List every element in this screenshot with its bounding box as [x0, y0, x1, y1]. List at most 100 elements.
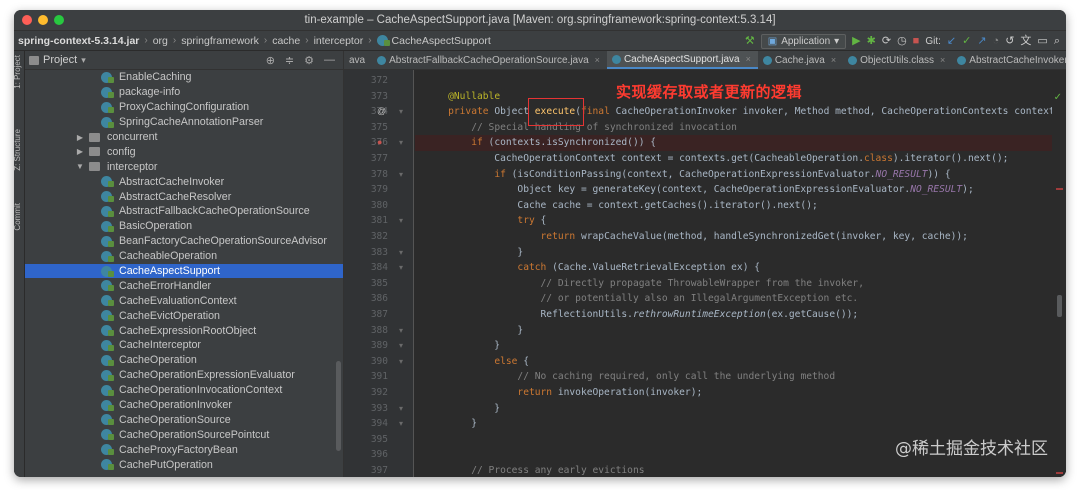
- code-line[interactable]: private Object execute(final CacheOperat…: [415, 104, 1066, 120]
- breadcrumb-item[interactable]: spring-context-5.3.14.jar: [18, 35, 139, 47]
- tree-class-item[interactable]: CacheOperationInvocationContext: [25, 383, 343, 398]
- git-commit-icon[interactable]: ✓: [962, 36, 971, 47]
- editor-tab[interactable]: CacheAspectSupport.java ×: [606, 51, 758, 69]
- editor-tab[interactable]: Cache.java ×: [758, 51, 843, 69]
- tree-class-item[interactable]: ProxyCachingConfiguration: [25, 100, 343, 115]
- git-push-icon[interactable]: ↗: [977, 36, 986, 47]
- inspection-ok-icon[interactable]: ✓: [1054, 92, 1062, 103]
- tree-class-item[interactable]: CachePutOperation: [25, 457, 343, 472]
- tree-class-item[interactable]: CacheEvaluationContext: [25, 293, 343, 308]
- stop-icon[interactable]: ■: [913, 36, 920, 47]
- tree-class-item[interactable]: CacheInterceptor: [25, 338, 343, 353]
- git-update-icon[interactable]: ↙: [947, 36, 956, 47]
- code-line[interactable]: // No caching required, only call the un…: [415, 369, 1066, 385]
- editor-scrollbar[interactable]: [1057, 295, 1062, 317]
- fold-icon[interactable]: ▾: [399, 354, 403, 370]
- breadcrumb-item[interactable]: springframework: [181, 35, 259, 47]
- tree-class-item[interactable]: SpringCacheAnnotationParser: [25, 115, 343, 130]
- tree-class-item[interactable]: CacheAspectSupport: [25, 263, 343, 279]
- code-line[interactable]: if (contexts.isSynchronized()) {: [415, 135, 1066, 151]
- tree-class-item[interactable]: CacheProxyFactoryBean: [25, 442, 343, 457]
- code-line[interactable]: // Process any early evictions: [415, 463, 1066, 477]
- breadcrumb-item[interactable]: CacheAspectSupport: [392, 35, 491, 47]
- tree-class-item[interactable]: CacheEvictOperation: [25, 308, 343, 323]
- minimize-window-button[interactable]: [38, 15, 48, 25]
- collapse-arrow-icon[interactable]: ▶: [75, 147, 85, 156]
- breadcrumb-item[interactable]: cache: [272, 35, 300, 47]
- code-line[interactable]: }: [415, 338, 1066, 354]
- fold-icon[interactable]: ▾: [399, 416, 403, 432]
- fold-icon[interactable]: ▾: [399, 260, 403, 276]
- fold-icon[interactable]: ▾: [399, 245, 403, 261]
- close-tab-icon[interactable]: ×: [595, 55, 600, 65]
- collapse-all-icon[interactable]: ≑: [285, 54, 294, 67]
- fold-icon[interactable]: ▾: [399, 323, 403, 339]
- override-marker-icon[interactable]: @: [377, 104, 386, 120]
- build-hammer-icon[interactable]: ⚒: [745, 36, 755, 47]
- code-line[interactable]: return wrapCacheValue(method, handleSync…: [415, 229, 1066, 245]
- code-line[interactable]: }: [415, 323, 1066, 339]
- code-line[interactable]: return invokeOperation(invoker);: [415, 385, 1066, 401]
- code-line[interactable]: }: [415, 401, 1066, 417]
- tree-class-item[interactable]: package-info: [25, 85, 343, 100]
- tree-class-item[interactable]: AbstractCacheInvoker: [25, 174, 343, 189]
- collapse-arrow-icon[interactable]: ▶: [75, 133, 85, 142]
- editor-tab[interactable]: ObjectUtils.class ×: [843, 51, 952, 69]
- editor-tab[interactable]: ava: [344, 51, 372, 69]
- project-panel-title[interactable]: Project: [43, 54, 77, 66]
- tree-class-item[interactable]: CacheOperationSource: [25, 412, 343, 427]
- search-icon[interactable]: ⌕: [1054, 36, 1060, 47]
- tree-class-item[interactable]: BasicOperation: [25, 219, 343, 234]
- code-line[interactable]: catch (Cache.ValueRetrievalException ex)…: [415, 260, 1066, 276]
- close-tab-icon[interactable]: ×: [940, 55, 945, 65]
- code-line[interactable]: else {: [415, 354, 1066, 370]
- fold-icon[interactable]: ▾: [399, 104, 403, 120]
- tree-package-item[interactable]: ▼ interceptor: [25, 159, 343, 174]
- tree-package-item[interactable]: ▶ concurrent: [25, 130, 343, 145]
- code-line[interactable]: try {: [415, 213, 1066, 229]
- tree-class-item[interactable]: EnableCaching: [25, 70, 343, 85]
- code-line[interactable]: }: [415, 245, 1066, 261]
- close-window-button[interactable]: [22, 15, 32, 25]
- tree-class-item[interactable]: CacheOperationSourcePointcut: [25, 427, 343, 442]
- tree-package-item[interactable]: ▶ config: [25, 144, 343, 159]
- rollback-icon[interactable]: ↺: [1005, 36, 1014, 47]
- tree-class-item[interactable]: CacheableOperation: [25, 249, 343, 264]
- code-line[interactable]: Cache cache = context.getCaches().iterat…: [415, 198, 1066, 214]
- translate-icon[interactable]: 文: [1020, 36, 1031, 47]
- error-marker[interactable]: [1056, 472, 1063, 474]
- editor-tab[interactable]: AbstractFallbackCacheOperationSource.jav…: [372, 51, 607, 69]
- tree-class-item[interactable]: CacheErrorHandler: [25, 278, 343, 293]
- hide-panel-icon[interactable]: —: [324, 54, 335, 67]
- debug-icon[interactable]: ✱: [867, 36, 876, 47]
- breakpoint-icon[interactable]: ●: [377, 135, 382, 151]
- code-line[interactable]: // Special handling of synchronized invo…: [415, 120, 1066, 136]
- code-line[interactable]: if (isConditionPassing(context, CacheOpe…: [415, 167, 1066, 183]
- chevron-down-icon[interactable]: ▾: [81, 55, 86, 66]
- project-tool-tab[interactable]: 1: Project: [14, 55, 25, 89]
- layout-icon[interactable]: ▭: [1037, 36, 1047, 47]
- code-line[interactable]: CacheOperationContext context = contexts…: [415, 151, 1066, 167]
- coverage-icon[interactable]: ⟳: [882, 36, 891, 47]
- tree-class-item[interactable]: AbstractFallbackCacheOperationSource: [25, 204, 343, 219]
- editor-tab[interactable]: AbstractCacheInvoker.java×: [952, 51, 1066, 69]
- fold-icon[interactable]: ▾: [399, 167, 403, 183]
- tree-class-item[interactable]: CacheOperation: [25, 353, 343, 368]
- zoom-window-button[interactable]: [54, 15, 64, 25]
- code-area[interactable]: @Nullable private Object execute(final C…: [415, 70, 1066, 477]
- breadcrumb-item[interactable]: org: [153, 35, 168, 47]
- fold-icon[interactable]: ▾: [399, 135, 403, 151]
- structure-tool-tab[interactable]: Z: Structure: [14, 129, 25, 171]
- tree-class-item[interactable]: CacheOperationInvoker: [25, 398, 343, 413]
- run-icon[interactable]: ▶: [852, 36, 860, 47]
- tree-class-item[interactable]: CacheOperationExpressionEvaluator: [25, 368, 343, 383]
- code-line[interactable]: ReflectionUtils.rethrowRuntimeException(…: [415, 307, 1066, 323]
- gear-icon[interactable]: ⚙: [304, 54, 314, 67]
- close-tab-icon[interactable]: ×: [746, 54, 751, 64]
- close-tab-icon[interactable]: ×: [831, 55, 836, 65]
- breakpoint-marker[interactable]: [1056, 188, 1063, 190]
- tree-class-item[interactable]: CacheExpressionRootObject: [25, 323, 343, 338]
- tree-class-item[interactable]: BeanFactoryCacheOperationSourceAdvisor: [25, 234, 343, 249]
- code-line[interactable]: // Directly propagate ThrowableWrapper f…: [415, 276, 1066, 292]
- run-configuration-select[interactable]: ▣ Application ▾: [760, 34, 847, 49]
